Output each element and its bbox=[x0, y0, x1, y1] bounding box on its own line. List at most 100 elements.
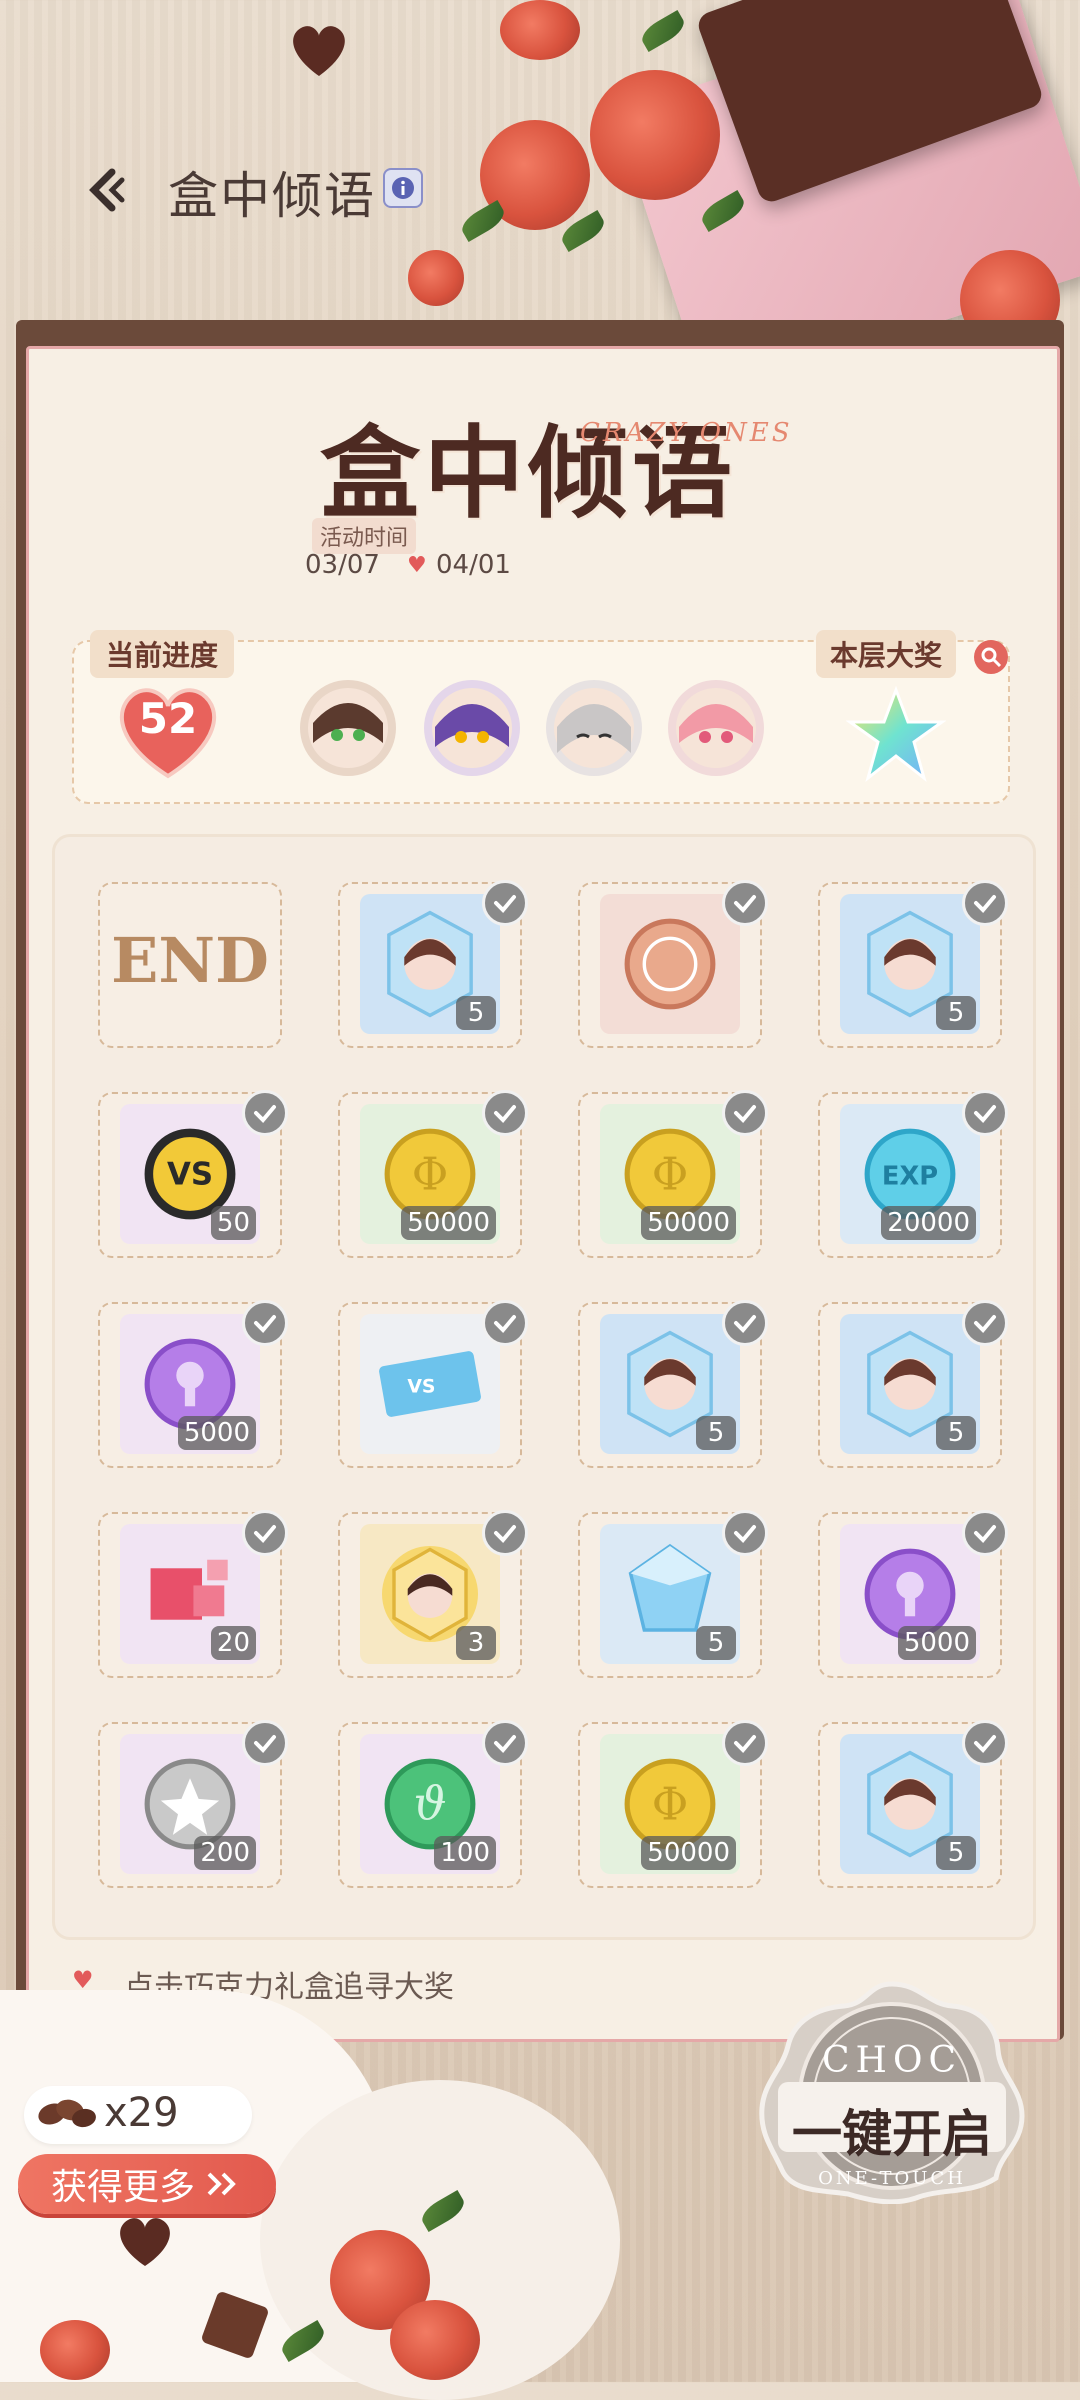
svg-text:EXP: EXP bbox=[882, 1161, 938, 1191]
reward-quantity: 5 bbox=[456, 996, 496, 1030]
claimed-check-icon bbox=[482, 1510, 528, 1556]
grand-prize-label: 本层大奖 bbox=[816, 630, 957, 678]
claimed-check-icon bbox=[482, 880, 528, 926]
info-button[interactable] bbox=[383, 168, 423, 208]
progress-label: 当前进度 bbox=[90, 630, 235, 678]
reward-cell[interactable]: 20 bbox=[98, 1510, 288, 1678]
event-logo-title: 盒中倾语 bbox=[320, 414, 736, 532]
reward-quantity: 50000 bbox=[641, 1206, 736, 1240]
reward-card: 5000 bbox=[840, 1524, 980, 1664]
rose-decoration bbox=[408, 250, 464, 306]
rose-decoration bbox=[40, 2320, 110, 2380]
reward-cell[interactable]: 5 bbox=[578, 1300, 768, 1468]
chocolate-beans-icon bbox=[38, 2099, 96, 2128]
claimed-check-icon bbox=[482, 1300, 528, 1346]
reward-quantity: 5 bbox=[696, 1626, 736, 1660]
reward-card: VS bbox=[360, 1314, 500, 1454]
one-touch-bottom-text: ONE-TOUCH bbox=[818, 2168, 966, 2189]
rose-decoration bbox=[390, 2300, 480, 2380]
end-cell: END bbox=[98, 882, 282, 1048]
reward-cell[interactable]: 5 bbox=[578, 1510, 768, 1678]
claimed-check-icon bbox=[722, 1300, 768, 1346]
get-more-label: 获得更多 bbox=[50, 2167, 195, 2208]
reward-cell[interactable]: Φ 50000 bbox=[578, 1720, 768, 1888]
leaf-decoration bbox=[457, 199, 509, 243]
reward-card: Φ 50000 bbox=[600, 1104, 740, 1244]
claimed-check-icon bbox=[242, 1510, 288, 1556]
one-touch-label: 一键开启 bbox=[792, 2105, 992, 2163]
svg-text:Φ: Φ bbox=[652, 1778, 689, 1830]
page-title: 盒中倾语 bbox=[168, 167, 376, 225]
claimed-check-icon bbox=[962, 1720, 1008, 1766]
back-arrow-icon bbox=[89, 168, 125, 212]
heart-icon: ♥ bbox=[407, 553, 427, 578]
reward-quantity: 5 bbox=[936, 1836, 976, 1870]
reward-cell[interactable]: EXP 20000 bbox=[818, 1090, 1008, 1258]
leaf-decoration bbox=[637, 9, 689, 53]
reward-cell[interactable]: 200 bbox=[98, 1720, 288, 1888]
reward-cell[interactable]: 5 bbox=[818, 1300, 1008, 1468]
reward-card: 3 bbox=[360, 1524, 500, 1664]
reward-card: 5 bbox=[360, 894, 500, 1034]
reward-card: VS 50 bbox=[120, 1104, 260, 1244]
heart-chocolate-icon bbox=[120, 2218, 170, 2266]
back-button[interactable] bbox=[78, 160, 138, 220]
svg-text:Φ: Φ bbox=[412, 1148, 449, 1200]
svg-text:VS: VS bbox=[167, 1156, 213, 1192]
claimed-check-icon bbox=[482, 1720, 528, 1766]
get-more-button[interactable]: 获得更多 bbox=[18, 2154, 276, 2214]
reward-quantity: 20 bbox=[210, 1626, 256, 1660]
reward-card: 200 bbox=[120, 1734, 260, 1874]
reward-cell[interactable]: VS 50 bbox=[98, 1090, 288, 1258]
double-chevron-right-icon bbox=[207, 2172, 236, 2196]
reward-card: 5000 bbox=[120, 1314, 260, 1454]
reward-card: Φ 50000 bbox=[360, 1104, 500, 1244]
reward-quantity: 50000 bbox=[641, 1836, 736, 1870]
avatar-character-4 bbox=[668, 680, 764, 776]
avatar-character-3 bbox=[546, 680, 642, 776]
rose-decoration bbox=[500, 0, 580, 60]
reward-card: 5 bbox=[600, 1524, 740, 1664]
reward-cell[interactable]: Φ 50000 bbox=[578, 1090, 768, 1258]
reward-cell[interactable]: 3 bbox=[338, 1510, 528, 1678]
reward-card: 5 bbox=[840, 1734, 980, 1874]
reward-card: ϑ 100 bbox=[360, 1734, 500, 1874]
heart-chocolate-icon bbox=[293, 26, 345, 76]
reward-quantity: 50 bbox=[210, 1206, 256, 1240]
event-end-date: 04/01 bbox=[436, 550, 511, 580]
reward-cell[interactable]: 5000 bbox=[98, 1300, 288, 1468]
claimed-check-icon bbox=[722, 1510, 768, 1556]
chocolate-count: x29 bbox=[104, 2090, 179, 2136]
reward-cell[interactable] bbox=[578, 880, 768, 1048]
reward-cell[interactable]: ϑ 100 bbox=[338, 1720, 528, 1888]
reward-quantity: 5000 bbox=[897, 1626, 976, 1660]
search-icon bbox=[981, 647, 1002, 668]
claimed-check-icon bbox=[242, 1720, 288, 1766]
svg-text:VS: VS bbox=[407, 1377, 435, 1398]
svg-text:ϑ: ϑ bbox=[413, 1776, 446, 1830]
claimed-check-icon bbox=[722, 1090, 768, 1136]
event-start-date: 03/07 bbox=[305, 550, 380, 580]
grand-prize-search-button[interactable] bbox=[974, 640, 1008, 674]
reward-card: Φ 50000 bbox=[600, 1734, 740, 1874]
reward-cell[interactable]: 5 bbox=[818, 1720, 1008, 1888]
reward-quantity: 50000 bbox=[401, 1206, 496, 1240]
reward-quantity: 5000 bbox=[177, 1416, 256, 1450]
reward-cell[interactable]: 5000 bbox=[818, 1510, 1008, 1678]
end-label: END bbox=[111, 924, 269, 997]
reward-quantity: 5 bbox=[936, 996, 976, 1030]
claimed-check-icon bbox=[242, 1090, 288, 1136]
claimed-check-icon bbox=[962, 880, 1008, 926]
reward-cell[interactable]: 5 bbox=[338, 880, 528, 1048]
reward-quantity: 5 bbox=[936, 1416, 976, 1450]
avatar-character-1 bbox=[300, 680, 396, 776]
one-touch-top-text: CHOC bbox=[822, 2040, 962, 2081]
reward-card: 5 bbox=[600, 1314, 740, 1454]
reward-cell[interactable]: Φ 50000 bbox=[338, 1090, 528, 1258]
header-bar: 盒中倾语 bbox=[0, 0, 1080, 398]
reward-cell[interactable]: VS bbox=[338, 1300, 528, 1468]
grand-prize-star-icon[interactable] bbox=[846, 686, 946, 786]
reward-cell[interactable]: 5 bbox=[818, 880, 1008, 1048]
reward-card: 5 bbox=[840, 1314, 980, 1454]
claimed-check-icon bbox=[722, 1720, 768, 1766]
